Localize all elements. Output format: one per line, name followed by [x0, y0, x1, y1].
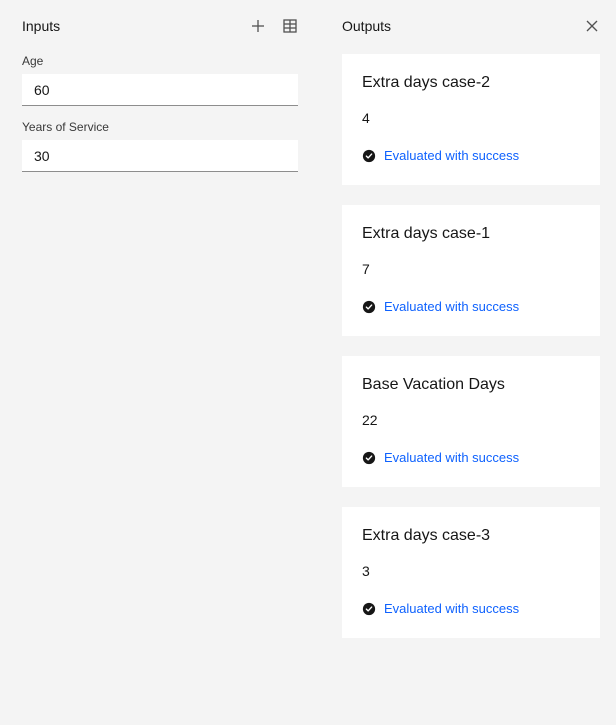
output-value: 22 — [362, 412, 580, 428]
check-circle-icon — [362, 451, 376, 465]
input-field-years-of-service: Years of Service — [22, 120, 298, 172]
output-title: Extra days case-2 — [362, 74, 580, 92]
output-value: 3 — [362, 563, 580, 579]
output-status-text[interactable]: Evaluated with success — [384, 299, 519, 314]
outputs-title: Outputs — [342, 18, 391, 34]
output-status: Evaluated with success — [362, 148, 580, 163]
input-label: Age — [22, 54, 298, 68]
check-circle-icon — [362, 149, 376, 163]
years-of-service-input[interactable] — [22, 140, 298, 172]
inputs-header: Inputs — [22, 16, 298, 36]
inputs-header-actions — [250, 18, 298, 34]
output-title: Base Vacation Days — [362, 376, 580, 394]
output-status-text[interactable]: Evaluated with success — [384, 601, 519, 616]
close-icon[interactable] — [584, 18, 600, 34]
table-icon[interactable] — [282, 18, 298, 34]
inputs-panel: Inputs Age Years of Service — [0, 0, 320, 725]
output-card: Extra days case-3 3 Evaluated with succe… — [342, 507, 600, 638]
output-status-text[interactable]: Evaluated with success — [384, 148, 519, 163]
input-field-age: Age — [22, 54, 298, 106]
output-value: 4 — [362, 110, 580, 126]
output-title: Extra days case-1 — [362, 225, 580, 243]
output-card: Extra days case-1 7 Evaluated with succe… — [342, 205, 600, 336]
check-circle-icon — [362, 602, 376, 616]
inputs-title: Inputs — [22, 18, 60, 34]
output-card: Base Vacation Days 22 Evaluated with suc… — [342, 356, 600, 487]
output-value: 7 — [362, 261, 580, 277]
output-status: Evaluated with success — [362, 601, 580, 616]
outputs-header: Outputs — [342, 16, 600, 36]
outputs-panel: Outputs Extra days case-2 4 Evaluated wi… — [320, 0, 616, 725]
output-card: Extra days case-2 4 Evaluated with succe… — [342, 54, 600, 185]
output-status: Evaluated with success — [362, 299, 580, 314]
output-status: Evaluated with success — [362, 450, 580, 465]
add-icon[interactable] — [250, 18, 266, 34]
input-label: Years of Service — [22, 120, 298, 134]
check-circle-icon — [362, 300, 376, 314]
output-title: Extra days case-3 — [362, 527, 580, 545]
output-status-text[interactable]: Evaluated with success — [384, 450, 519, 465]
age-input[interactable] — [22, 74, 298, 106]
